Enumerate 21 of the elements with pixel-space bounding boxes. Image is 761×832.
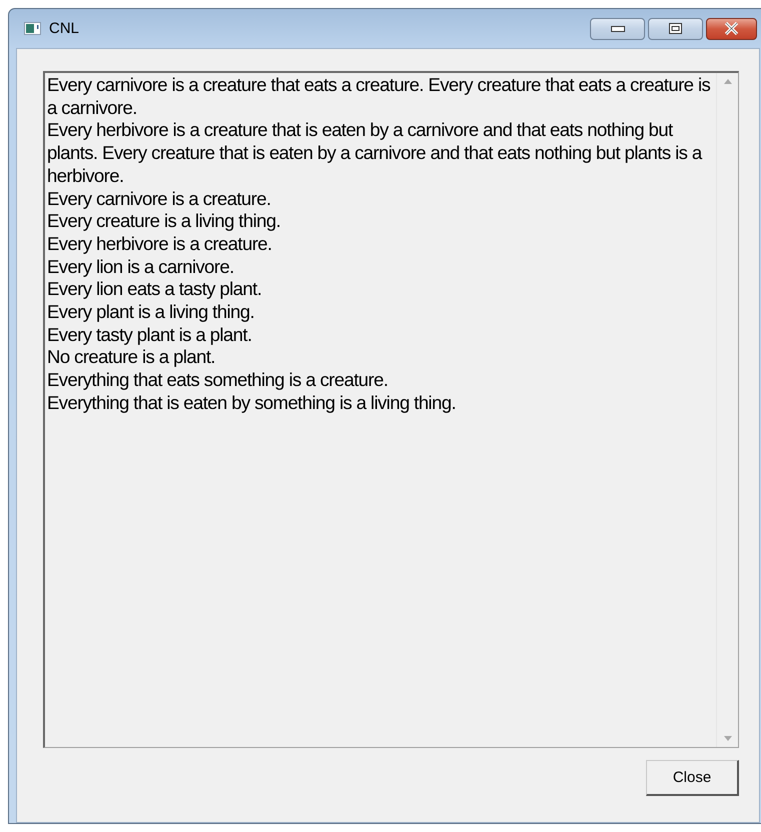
maximize-button[interactable]	[648, 18, 703, 40]
close-icon	[724, 22, 739, 35]
window-title: CNL	[49, 20, 80, 37]
text-line: Every carnivore is a creature that eats a creature. Every creature that eats a creature is a carnivore.	[47, 74, 712, 120]
text-line: Everything that eats something is a creature.	[47, 369, 389, 392]
text-line: Every herbivore is a creature that is eaten by a carnivore and that eats nothing but plants. Every creature that is eaten by a carnivore and that eats nothing but plants is a herbivore.	[47, 119, 704, 188]
text-line: Every tasty plant is a plant.	[47, 324, 253, 346]
close-button[interactable]	[706, 18, 757, 40]
text-line: Every lion is a carnivore.	[47, 256, 235, 278]
text-line: No creature is a plant.	[47, 346, 216, 370]
close-dialog-button[interactable]: Close	[646, 760, 739, 796]
maximize-icon	[669, 23, 682, 34]
text-line: Every lion eats a tasty plant.	[47, 278, 263, 302]
text-line: Everything that is eaten by something is a living thing.	[47, 392, 457, 415]
window-icon	[24, 22, 41, 35]
text-line: Every herbivore is a creature.	[47, 232, 273, 256]
text-line: Every creature is a living thing.	[47, 210, 282, 233]
text-line: Every carnivore is a creature.	[47, 188, 272, 210]
text-line: Every plant is a living thing.	[47, 301, 256, 324]
minimize-icon	[610, 26, 624, 32]
minimize-button[interactable]	[590, 18, 645, 40]
